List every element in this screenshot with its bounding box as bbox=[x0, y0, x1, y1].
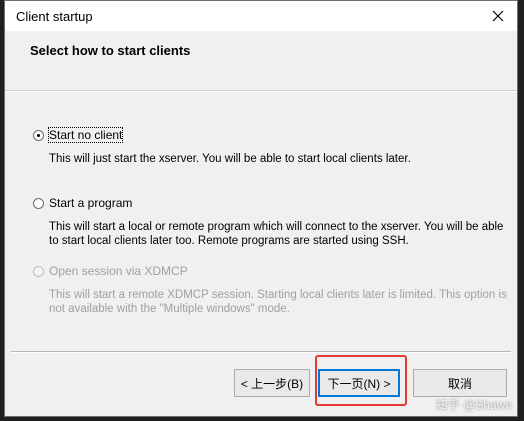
option-description-open-xdmcp-line2: not available with the "Multiple windows… bbox=[49, 303, 290, 315]
option-description-start-program-line1: This will start a local or remote progra… bbox=[49, 221, 504, 233]
option-description-start-program-line2: to start local clients later too. Remote… bbox=[49, 235, 409, 247]
watermark: 知乎 @Shawn bbox=[435, 398, 512, 412]
option-label-start-program[interactable]: Start a program bbox=[49, 196, 132, 210]
back-button[interactable]: < 上一步(B) bbox=[234, 369, 310, 397]
title-bar[interactable]: Client startup bbox=[5, 1, 517, 31]
option-label-start-no-client[interactable]: Start no client bbox=[47, 127, 124, 143]
radio-open-xdmcp bbox=[33, 266, 44, 277]
cancel-button[interactable]: 取消 bbox=[413, 369, 507, 397]
option-description-open-xdmcp-line1: This will start a remote XDMCP session. … bbox=[49, 289, 507, 301]
close-button[interactable] bbox=[479, 1, 517, 31]
radio-start-no-client[interactable] bbox=[33, 130, 44, 141]
header-band: Select how to start clients bbox=[5, 31, 517, 91]
footer-divider bbox=[11, 351, 511, 352]
page-title: Select how to start clients bbox=[30, 43, 191, 58]
option-label-open-xdmcp: Open session via XDMCP bbox=[49, 264, 188, 278]
close-icon bbox=[492, 10, 504, 22]
next-button-highlight bbox=[315, 355, 407, 406]
divider bbox=[5, 91, 517, 92]
option-description-start-no-client: This will just start the xserver. You wi… bbox=[49, 153, 411, 165]
window-title: Client startup bbox=[16, 9, 93, 24]
client-startup-dialog: Client startup Select how to start clien… bbox=[4, 0, 518, 417]
radio-start-program[interactable] bbox=[33, 198, 44, 209]
